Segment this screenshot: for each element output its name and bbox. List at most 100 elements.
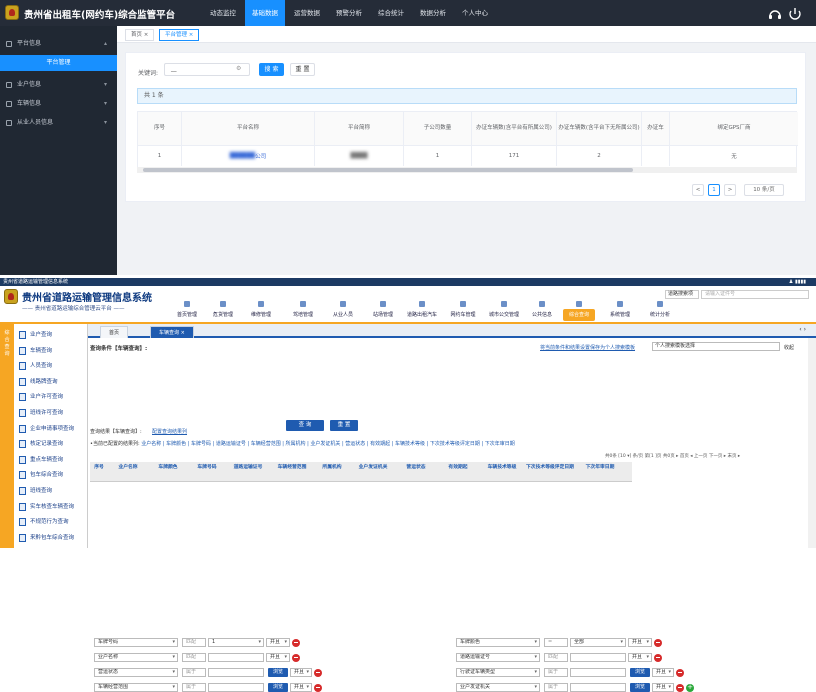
- sidebar-item-3[interactable]: 线路牌查询: [18, 375, 86, 389]
- headphone-icon[interactable]: [768, 8, 782, 20]
- sidebar-item-7[interactable]: 核定记录查询: [18, 437, 86, 451]
- right-operator-1[interactable]: 匹配: [544, 653, 568, 662]
- remove-condition-icon[interactable]: [676, 668, 684, 677]
- sidebar-item-1[interactable]: 车辆查询: [18, 344, 86, 358]
- nav-ridehail-manage[interactable]: 网约车管理: [446, 301, 480, 321]
- nav-data-analysis[interactable]: 数据分析: [413, 0, 453, 26]
- nav-query[interactable]: 综合查询: [563, 301, 595, 321]
- right-logic-select-1[interactable]: 并且: [628, 653, 652, 662]
- search-type-select[interactable]: 道路搜索项: [665, 290, 699, 299]
- left-value-input-3[interactable]: [208, 683, 264, 692]
- left-field-select-0[interactable]: 车牌号码: [94, 638, 178, 647]
- left-browse-button-2[interactable]: 浏览: [268, 668, 288, 677]
- sidebar-item-13[interactable]: 来黔包车综合查询: [18, 531, 86, 545]
- left-value-input-1[interactable]: [208, 653, 264, 662]
- right-logic-select-0[interactable]: 并且: [628, 638, 652, 647]
- remove-condition-icon[interactable]: [292, 653, 300, 662]
- nav-repair-manage[interactable]: 维修管理: [246, 301, 276, 321]
- sidebar-item-11[interactable]: 实车核查车辆查询: [18, 500, 86, 514]
- sidebar-item-vehicle-info[interactable]: 车辆信息 ▾: [0, 95, 117, 113]
- left-logic-select-2[interactable]: 并且: [290, 668, 312, 677]
- nav-system-manage[interactable]: 系统管理: [605, 301, 635, 321]
- left-field-select-1[interactable]: 业户名称: [94, 653, 178, 662]
- right-browse-button-3[interactable]: 浏览: [630, 683, 650, 692]
- query-button[interactable]: 查 询: [286, 420, 324, 431]
- right-logic-select-2[interactable]: 并且: [652, 668, 674, 677]
- config-columns-link[interactable]: 配置查询结果列: [152, 428, 187, 435]
- right-operator-2[interactable]: 属于: [544, 668, 568, 677]
- right-value-input-2[interactable]: [570, 668, 626, 677]
- sidebar-item-6[interactable]: 企业申请事项查询: [18, 422, 86, 436]
- tab-vehicle-query[interactable]: 车辆查询 ×: [150, 326, 194, 338]
- right-value-select-0[interactable]: 全部: [570, 638, 626, 647]
- remove-condition-icon[interactable]: [654, 638, 662, 647]
- right-logic-select-3[interactable]: 并且: [652, 683, 674, 692]
- template-select[interactable]: 个人搜索模板选择: [652, 342, 780, 351]
- sidebar-item-8[interactable]: 重点车辆查询: [18, 453, 86, 467]
- left-operator-1[interactable]: 匹配: [182, 653, 206, 662]
- right-field-select-1[interactable]: 道路运输证号: [456, 653, 540, 662]
- left-value-select-0[interactable]: 1: [208, 638, 264, 647]
- save-template-link[interactable]: 将当前条件和结果设置保存为个人搜索模板: [540, 344, 635, 351]
- right-value-input-1[interactable]: [570, 653, 626, 662]
- logout-icon[interactable]: [788, 8, 802, 20]
- user-icon[interactable]: ♟ ▮▮▮▮: [789, 278, 806, 286]
- add-condition-icon[interactable]: [686, 683, 694, 692]
- left-operator-2[interactable]: 属于: [182, 668, 206, 677]
- nav-home-manage[interactable]: 首页管理: [172, 301, 202, 321]
- sidebar-item-4[interactable]: 业户许可查询: [18, 390, 86, 404]
- left-field-select-2[interactable]: 营运状态: [94, 668, 178, 677]
- nav-stats[interactable]: 统计分析: [645, 301, 675, 321]
- left-logic-select-1[interactable]: 并且: [266, 653, 290, 662]
- sidebar-item-12[interactable]: 不规范行为查询: [18, 515, 86, 529]
- nav-basic-data[interactable]: 基础数据: [245, 0, 285, 26]
- tab-platform-manage[interactable]: 平台管理 ×: [159, 29, 200, 41]
- sidebar-item-2[interactable]: 人员查询: [18, 359, 86, 373]
- right-value-input-3[interactable]: [570, 683, 626, 692]
- nav-dynamic-monitor[interactable]: 动态监控: [203, 0, 243, 26]
- nav-operation-data[interactable]: 运营数据: [287, 0, 327, 26]
- remove-condition-icon[interactable]: [314, 683, 322, 692]
- collapse-link[interactable]: 收起: [784, 344, 794, 351]
- tab-home[interactable]: 首页: [100, 326, 129, 338]
- reset-button[interactable]: 重 置: [290, 63, 315, 76]
- right-operator-3[interactable]: 属于: [544, 683, 568, 692]
- remove-condition-icon[interactable]: [676, 683, 684, 692]
- right-operator-0[interactable]: =: [544, 638, 568, 647]
- nav-staff[interactable]: 从业人员: [328, 301, 358, 321]
- nav-statistics[interactable]: 综合统计: [371, 0, 411, 26]
- sidebar-item-5[interactable]: 班线许可查询: [18, 406, 86, 420]
- sidebar-item-0[interactable]: 业户查询: [18, 328, 86, 342]
- remove-condition-icon[interactable]: [314, 668, 322, 677]
- page-scrollbar[interactable]: [808, 338, 816, 548]
- nav-station-manage[interactable]: 站场管理: [368, 301, 398, 321]
- next-page-button[interactable]: >: [724, 184, 736, 196]
- nav-hazmat-manage[interactable]: 危货管理: [208, 301, 238, 321]
- page-size-select[interactable]: 10 条/页: [744, 184, 784, 196]
- nav-training-manage[interactable]: 驾培管理: [288, 301, 318, 321]
- search-button[interactable]: 搜 索: [259, 63, 284, 76]
- cell-platform-name[interactable]: ██████ 公司: [182, 146, 315, 166]
- sidebar-item-owner-info[interactable]: 业户信息 ▾: [0, 76, 117, 94]
- nav-bus-manage[interactable]: 城市公交管理: [484, 301, 524, 321]
- gear-icon[interactable]: ⚙: [236, 65, 241, 72]
- right-browse-button-2[interactable]: 浏览: [630, 668, 650, 677]
- tab-home[interactable]: 首页 ×: [125, 29, 155, 41]
- sidebar-item-9[interactable]: 包车综合查询: [18, 468, 86, 482]
- sidebar-item-10[interactable]: 班线查询: [18, 484, 86, 498]
- prev-page-button[interactable]: <: [692, 184, 704, 196]
- left-operator-3[interactable]: 属于: [182, 683, 206, 692]
- sidebar-item-staff-info[interactable]: 从业人员信息 ▾: [0, 114, 117, 132]
- page-1-button[interactable]: 1: [708, 184, 720, 196]
- remove-condition-icon[interactable]: [292, 638, 300, 647]
- table-scrollbar[interactable]: [137, 167, 797, 173]
- remove-condition-icon[interactable]: [654, 653, 662, 662]
- left-value-input-2[interactable]: [208, 668, 264, 677]
- left-browse-button-3[interactable]: 浏览: [268, 683, 288, 692]
- left-logic-select-3[interactable]: 并且: [290, 683, 312, 692]
- left-logic-select-0[interactable]: 并且: [266, 638, 290, 647]
- nav-taxi[interactable]: 道路出租汽车: [402, 301, 442, 321]
- left-operator-0[interactable]: 匹配: [182, 638, 206, 647]
- scrollbar-thumb[interactable]: [143, 168, 633, 172]
- sidebar-item-platform-manage[interactable]: 平台管理: [0, 55, 117, 71]
